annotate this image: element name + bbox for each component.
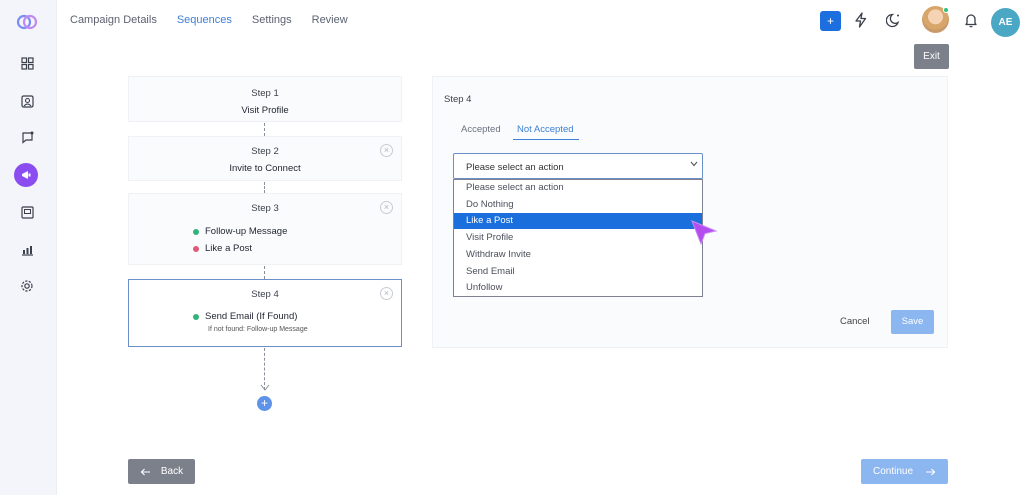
step-connector [264,182,265,193]
step-branch-item: Like a Post [193,243,252,254]
top-navigation: Campaign Details Sequences Settings Revi… [70,14,348,26]
step-fallback-note: If not found: Follow-up Message [208,326,308,333]
step-connector [264,266,265,279]
logo-icon[interactable] [16,12,38,32]
remove-step-icon[interactable]: × [380,287,393,300]
branch-label: Send Email (If Found) [205,311,298,322]
branch-label: Like a Post [205,243,252,254]
back-label: Back [160,466,184,477]
dropdown-option-highlighted[interactable]: Like a Post [454,213,702,229]
step-action: Invite to Connect [229,163,301,174]
back-button[interactable]: Back [128,459,195,484]
tab-accepted[interactable]: Accepted [461,124,501,135]
accepted-dot-icon [193,313,199,320]
exit-button[interactable]: Exit [914,44,949,69]
accepted-dot-icon [193,228,199,235]
dropdown-option[interactable]: Do Nothing [454,197,702,213]
campaign-icon[interactable] [14,163,38,187]
step-branch-item: Follow-up Message [193,226,287,237]
step-branch-item: Send Email (If Found) [193,311,297,322]
continue-button[interactable]: Continue [861,459,948,484]
remove-step-icon[interactable]: × [380,144,393,157]
chevron-down-icon [690,161,698,167]
step-title: Step 1 [251,88,279,99]
moon-icon[interactable] [886,12,902,28]
arrow-down-icon [260,384,270,391]
settings-icon[interactable] [19,278,35,294]
save-button[interactable]: Save [891,310,934,334]
dropdown-option[interactable]: Send Email [454,264,702,280]
remove-step-icon[interactable]: × [380,201,393,214]
sidebar [0,0,57,495]
step-connector [264,123,265,136]
cancel-button[interactable]: Cancel [840,316,870,327]
step-action: Visit Profile [241,105,289,116]
dropdown-option[interactable]: Withdraw Invite [454,247,702,263]
contacts-icon[interactable] [19,93,35,109]
dropdown-option[interactable]: Please select an action [454,180,702,196]
tab-not-accepted[interactable]: Not Accepted [517,124,574,135]
step-title: Step 4 [251,289,279,300]
add-step-button[interactable]: + [257,396,272,411]
inbox-icon[interactable] [19,204,35,220]
add-button[interactable]: + [820,11,841,31]
tab-settings[interactable]: Settings [252,14,292,26]
continue-label: Continue [872,466,914,477]
tab-review[interactable]: Review [312,14,348,26]
messages-icon[interactable] [19,129,35,145]
lightning-icon[interactable] [853,12,869,28]
step-title: Step 3 [251,203,279,214]
step-title: Step 2 [251,146,279,157]
panel-title: Step 4 [444,94,472,105]
pointer-cursor-icon [691,220,718,246]
analytics-icon[interactable] [19,241,35,257]
dropdown-option[interactable]: Unfollow [454,280,702,296]
not-accepted-dot-icon [193,245,199,252]
tab-campaign-details[interactable]: Campaign Details [70,14,157,26]
bell-icon[interactable] [963,12,979,28]
arrow-left-icon [140,468,150,475]
dropdown-option[interactable]: Visit Profile [454,230,702,246]
action-dropdown-list: Please select an action Do Nothing Like … [453,179,703,297]
active-tab-indicator [513,139,579,140]
action-select[interactable]: Please select an action [453,153,703,179]
branch-label: Follow-up Message [205,226,288,237]
arrow-right-icon [926,468,936,475]
step-card-2[interactable]: Step 2 Invite to Connect × [128,136,402,181]
user-initials-avatar[interactable]: AE [991,8,1020,37]
step-card-1[interactable]: Step 1 Visit Profile [128,76,402,122]
tab-sequences[interactable]: Sequences [177,14,232,26]
dashboard-icon[interactable] [19,55,35,71]
online-status-dot [943,7,949,13]
